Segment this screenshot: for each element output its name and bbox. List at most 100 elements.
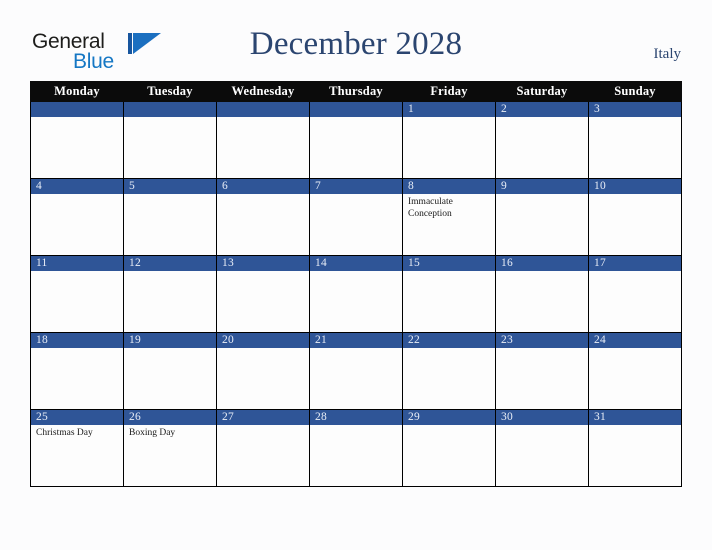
day-events [32, 271, 123, 274]
day-number: 16 [496, 256, 588, 271]
day-number [124, 102, 216, 117]
calendar-day-cell-13[interactable]: 13 [216, 255, 310, 333]
day-number: 27 [217, 410, 309, 425]
day-number: 26 [124, 410, 216, 425]
day-number: 28 [310, 410, 402, 425]
calendar-day-cell-30[interactable]: 30 [495, 409, 589, 487]
day-number: 10 [589, 179, 681, 194]
calendar-day-cell-23[interactable]: 23 [495, 332, 589, 410]
day-number: 20 [217, 333, 309, 348]
calendar-day-cell-21[interactable]: 21 [309, 332, 403, 410]
day-events [218, 425, 309, 428]
day-number [310, 102, 402, 117]
calendar-day-cell-12[interactable]: 12 [123, 255, 217, 333]
day-events [590, 194, 681, 197]
day-events [497, 348, 588, 351]
calendar-day-cell-31[interactable]: 31 [588, 409, 682, 487]
calendar-day-cell-7[interactable]: 7 [309, 178, 403, 256]
country-label: Italy [653, 46, 682, 62]
day-events [590, 271, 681, 274]
day-number: 6 [217, 179, 309, 194]
holiday-label: Immaculate Conception [408, 197, 453, 219]
day-number: 29 [403, 410, 495, 425]
calendar-day-cell-20[interactable]: 20 [216, 332, 310, 410]
day-number: 18 [31, 333, 123, 348]
day-number: 15 [403, 256, 495, 271]
calendar-day-cell-27[interactable]: 27 [216, 409, 310, 487]
calendar-day-cell-14[interactable]: 14 [309, 255, 403, 333]
calendar-day-cell-empty [309, 101, 403, 179]
calendar-day-cell-5[interactable]: 5 [123, 178, 217, 256]
day-events [311, 194, 402, 197]
calendar-day-cell-3[interactable]: 3 [588, 101, 682, 179]
weekday-header-thursday: Thursday [309, 81, 403, 102]
calendar-week-row: 123 [30, 101, 682, 179]
day-number: 7 [310, 179, 402, 194]
calendar-day-cell-16[interactable]: 16 [495, 255, 589, 333]
calendar-day-cell-25[interactable]: 25 Christmas Day [30, 409, 124, 487]
calendar-day-cell-29[interactable]: 29 [402, 409, 496, 487]
day-events [32, 117, 123, 120]
day-events [404, 117, 495, 120]
calendar-day-cell-9[interactable]: 9 [495, 178, 589, 256]
calendar-day-cell-15[interactable]: 15 [402, 255, 496, 333]
calendar-day-cell-11[interactable]: 11 [30, 255, 124, 333]
day-events: Christmas Day [32, 425, 123, 440]
day-number: 22 [403, 333, 495, 348]
calendar-body: 1 2 3 4 5 6 7 8 Immaculate Conception 9 10 11 12 13 14… [30, 101, 682, 487]
day-events [218, 271, 309, 274]
day-number [217, 102, 309, 117]
calendar-day-cell-10[interactable]: 10 [588, 178, 682, 256]
weekday-header-friday: Friday [402, 81, 496, 102]
calendar-week-row: 11 12 13 14 15 16 17 [30, 255, 682, 333]
day-events [590, 117, 681, 120]
day-number: 12 [124, 256, 216, 271]
month-calendar: Monday Tuesday Wednesday Thursday Friday Satu… [30, 81, 682, 487]
calendar-day-cell-18[interactable]: 18 [30, 332, 124, 410]
weekday-header-saturday: Saturday [495, 81, 589, 102]
calendar-day-cell-8[interactable]: 8 Immaculate Conception [402, 178, 496, 256]
day-number: 9 [496, 179, 588, 194]
calendar-day-cell-2[interactable]: 2 [495, 101, 589, 179]
day-events [218, 348, 309, 351]
calendar-day-cell-4[interactable]: 4 [30, 178, 124, 256]
calendar-day-cell-26[interactable]: 26 Boxing Day [123, 409, 217, 487]
day-events [125, 117, 216, 120]
weekday-header-wednesday: Wednesday [216, 81, 310, 102]
calendar-week-row: 4 5 6 7 8 Immaculate Conception 9 10 [30, 178, 682, 256]
day-events [311, 425, 402, 428]
day-events [590, 348, 681, 351]
day-events [125, 194, 216, 197]
calendar-day-cell-28[interactable]: 28 [309, 409, 403, 487]
calendar-day-cell-6[interactable]: 6 [216, 178, 310, 256]
day-events [125, 348, 216, 351]
weekday-header-row: Monday Tuesday Wednesday Thursday Friday Satu… [30, 81, 682, 102]
day-events: Immaculate Conception [404, 194, 495, 220]
calendar-day-cell-1[interactable]: 1 [402, 101, 496, 179]
day-number: 5 [124, 179, 216, 194]
holiday-label: Christmas Day [36, 428, 93, 438]
weekday-header-tuesday: Tuesday [123, 81, 217, 102]
page-header: General Blue December 2028 Italy [0, 0, 712, 82]
day-number: 14 [310, 256, 402, 271]
weekday-header-monday: Monday [30, 81, 124, 102]
day-events [218, 194, 309, 197]
day-number: 2 [496, 102, 588, 117]
calendar-day-cell-empty [123, 101, 217, 179]
day-number: 8 [403, 179, 495, 194]
calendar-day-cell-19[interactable]: 19 [123, 332, 217, 410]
day-number: 19 [124, 333, 216, 348]
page-title: December 2028 [249, 26, 463, 62]
day-events [404, 425, 495, 428]
day-number: 11 [31, 256, 123, 271]
calendar-day-cell-22[interactable]: 22 [402, 332, 496, 410]
calendar-day-cell-17[interactable]: 17 [588, 255, 682, 333]
calendar-day-cell-empty [30, 101, 124, 179]
day-events [404, 271, 495, 274]
calendar-week-row: 25 Christmas Day 26 Boxing Day 27 28 29 30 31 [30, 409, 682, 487]
day-events [497, 117, 588, 120]
calendar-day-cell-24[interactable]: 24 [588, 332, 682, 410]
holiday-label: Boxing Day [129, 428, 176, 438]
weekday-header-sunday: Sunday [588, 81, 682, 102]
day-number: 13 [217, 256, 309, 271]
